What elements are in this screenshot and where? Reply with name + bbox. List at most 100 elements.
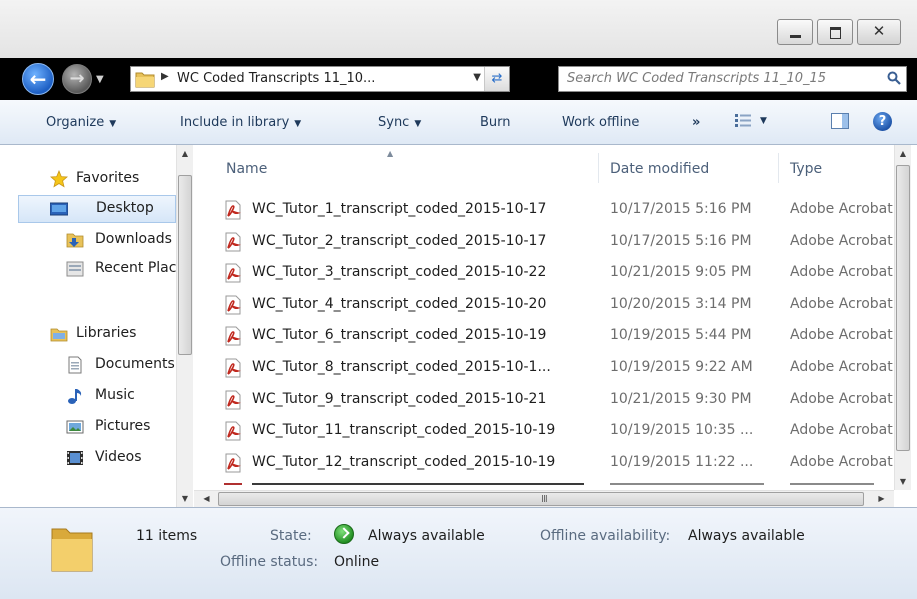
item-count: 11 items	[136, 528, 198, 544]
address-bar[interactable]: ▶ WC Coded Transcripts 11_10... ▼ ⇄	[130, 66, 510, 92]
minimize-button[interactable]	[777, 19, 813, 45]
scroll-grip: III	[541, 494, 548, 505]
scroll-thumb[interactable]	[896, 165, 910, 451]
table-row[interactable]: WC_Tutor_9_transcript_coded_2015-10-21 1…	[194, 385, 894, 415]
table-row[interactable]: WC_Tutor_1_transcript_coded_2015-10-17 1…	[194, 195, 894, 225]
table-row[interactable]: WC_Tutor_4_transcript_coded_2015-10-20 1…	[194, 290, 894, 320]
file-date: 10/19/2015 9:22 AM	[610, 359, 753, 375]
nav-favorites[interactable]: Favorites	[0, 165, 176, 193]
more-commands-button[interactable]: »	[692, 115, 700, 130]
file-type: Adobe Acrobat	[790, 391, 893, 407]
scroll-thumb[interactable]: III	[218, 492, 864, 506]
chevron-down-icon: ▼	[414, 119, 422, 129]
scroll-left-icon[interactable]: ◀	[198, 491, 215, 507]
nav-pane-scrollbar[interactable]: ▲ ▼	[176, 145, 193, 507]
search-box[interactable]: Search WC Coded Transcripts 11_10_15	[558, 66, 907, 92]
nav-item-downloads[interactable]: Downloads	[0, 226, 176, 254]
sync-button[interactable]: Sync ▼	[378, 115, 421, 130]
nav-item-label: Videos	[95, 449, 142, 465]
file-date: 10/21/2015 9:05 PM	[610, 264, 752, 280]
search-icon[interactable]	[887, 71, 901, 85]
pdf-file-icon	[225, 263, 241, 283]
explorer-window: ✕ ← → ▼ ▶ WC Coded Transcripts 11_10... …	[0, 0, 917, 599]
refresh-button[interactable]: ⇄	[484, 67, 509, 91]
caption-buttons: ✕	[777, 19, 901, 45]
preview-pane-icon[interactable]	[831, 113, 849, 129]
nav-item-pictures[interactable]: Pictures	[0, 413, 176, 441]
pdf-file-icon	[225, 421, 241, 441]
scroll-up-icon[interactable]: ▲	[895, 145, 911, 162]
offline-status-value: Online	[334, 554, 380, 570]
table-row[interactable]: WC_Tutor_8_transcript_coded_2015-10-1...…	[194, 353, 894, 383]
back-button[interactable]: ←	[22, 63, 54, 95]
nav-item-music[interactable]: Music	[0, 382, 176, 410]
sort-ascending-icon: ▲	[387, 149, 394, 158]
column-header-name[interactable]: Name	[226, 161, 267, 177]
nav-favorites-label: Favorites	[76, 170, 140, 186]
pdf-file-icon	[225, 453, 241, 473]
pdf-file-icon	[225, 200, 241, 220]
file-date: 10/17/2015 5:16 PM	[610, 233, 752, 249]
nav-libraries-label: Libraries	[76, 325, 137, 341]
state-label: State:	[270, 528, 312, 544]
column-divider[interactable]	[598, 153, 599, 183]
pdf-file-icon	[225, 326, 241, 346]
nav-libraries[interactable]: Libraries	[0, 320, 176, 348]
scroll-up-icon[interactable]: ▲	[177, 145, 193, 162]
work-offline-button[interactable]: Work offline	[562, 115, 639, 130]
nav-item-label: Music	[95, 387, 135, 403]
address-dropdown-icon[interactable]: ▼	[473, 72, 481, 83]
close-button[interactable]: ✕	[857, 19, 901, 45]
file-type: Adobe Acrobat	[790, 201, 893, 217]
desktop-icon	[50, 202, 68, 216]
file-name: WC_Tutor_6_transcript_coded_2015-10-19	[252, 327, 547, 343]
nav-item-desktop[interactable]: Desktop	[18, 195, 176, 223]
file-list-horizontal-scrollbar[interactable]: ◀ III ▶	[194, 490, 894, 507]
table-row[interactable]: WC_Tutor_3_transcript_coded_2015-10-22 1…	[194, 258, 894, 288]
pdf-file-icon	[225, 295, 241, 315]
forward-button[interactable]: →	[62, 64, 92, 94]
offline-status-label: Offline status:	[220, 554, 319, 570]
column-header-type[interactable]: Type	[790, 161, 822, 177]
pdf-file-icon	[225, 390, 241, 410]
include-in-library-button[interactable]: Include in library ▼	[180, 115, 301, 130]
burn-button[interactable]: Burn	[480, 115, 511, 130]
chevron-down-icon: ▼	[109, 119, 117, 129]
file-name: WC_Tutor_3_transcript_coded_2015-10-22	[252, 264, 547, 280]
star-icon	[50, 170, 68, 188]
file-list-vertical-scrollbar[interactable]: ▲ ▼	[894, 145, 911, 490]
title-bar: ✕	[0, 0, 917, 58]
pdf-file-icon	[225, 358, 241, 378]
nav-item-videos[interactable]: Videos	[0, 444, 176, 472]
scroll-right-icon[interactable]: ▶	[873, 491, 890, 507]
change-view-icon[interactable]	[735, 114, 751, 128]
view-options-dropdown-icon[interactable]: ▼	[760, 116, 767, 126]
scroll-thumb[interactable]	[178, 175, 192, 355]
breadcrumb-current-folder[interactable]: WC Coded Transcripts 11_10...	[177, 71, 375, 86]
organize-button[interactable]: Organize ▼	[46, 115, 116, 130]
table-row[interactable]: WC_Tutor_11_transcript_coded_2015-10-19 …	[194, 416, 894, 446]
forward-arrow-icon: →	[69, 68, 85, 89]
nav-item-label: Pictures	[95, 418, 151, 434]
recent-pages-dropdown[interactable]: ▼	[96, 74, 104, 85]
scroll-down-icon[interactable]: ▼	[177, 490, 193, 507]
file-name: WC_Tutor_1_transcript_coded_2015-10-17	[252, 201, 547, 217]
file-type: Adobe Acrobat	[790, 264, 893, 280]
nav-item-documents[interactable]: Documents	[0, 351, 176, 379]
nav-item-recent-places[interactable]: Recent Places	[0, 255, 192, 283]
scroll-down-icon[interactable]: ▼	[895, 473, 911, 490]
table-row[interactable]: WC_Tutor_12_transcript_coded_2015-10-19 …	[194, 448, 894, 478]
breadcrumb-separator-icon[interactable]: ▶	[161, 71, 169, 82]
partially-visible-row[interactable]	[224, 481, 874, 487]
file-type: Adobe Acrobat	[790, 422, 893, 438]
column-header-date-modified[interactable]: Date modified	[610, 161, 709, 177]
column-header-row: ▲ Name Date modified Type	[194, 145, 894, 185]
file-name: WC_Tutor_4_transcript_coded_2015-10-20	[252, 296, 547, 312]
column-divider[interactable]	[778, 153, 779, 183]
search-input[interactable]: Search WC Coded Transcripts 11_10_15	[567, 71, 826, 86]
help-icon[interactable]: ?	[873, 112, 892, 131]
nav-item-label: Documents	[95, 356, 175, 372]
table-row[interactable]: WC_Tutor_6_transcript_coded_2015-10-19 1…	[194, 321, 894, 351]
maximize-button[interactable]	[817, 19, 853, 45]
table-row[interactable]: WC_Tutor_2_transcript_coded_2015-10-17 1…	[194, 227, 894, 257]
